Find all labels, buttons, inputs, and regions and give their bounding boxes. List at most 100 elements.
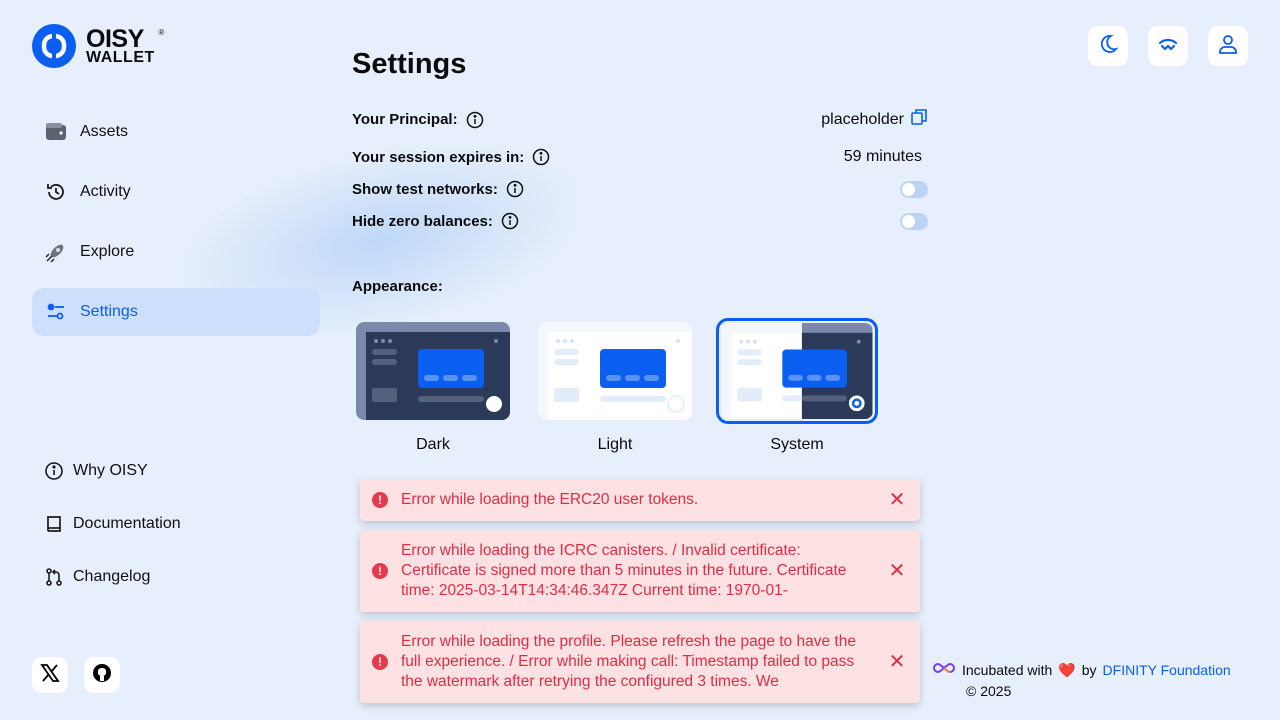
user-icon [1217,33,1239,60]
changelog-link[interactable]: Changelog [44,564,181,590]
logo-wordmark: OISY WALLET ® [86,24,164,66]
principal-label-group: Your Principal: [352,111,484,129]
session-label: Your session expires in: [352,148,525,166]
theme-selector: Dark Light System [352,318,878,454]
theme-option-light[interactable]: Light [534,318,696,454]
error-icon: ! [372,492,388,508]
theme-preview-dark[interactable] [352,318,514,424]
rocket-icon [44,240,68,264]
user-menu-button[interactable] [1208,26,1248,66]
error-message: Error while loading the ERC20 user token… [401,491,699,508]
logo-line1: OISY [86,24,144,53]
close-icon[interactable]: ✕ [889,490,906,510]
principal-value-group: placeholder [821,108,928,131]
oisy-logo-icon [32,24,76,68]
sidebar-item-label: Assets [80,123,129,140]
principal-row: Your Principal: placeholder [352,108,928,131]
sidebar-item-label: Settings [80,303,138,320]
hide-zero-row: Hide zero balances: [352,212,928,230]
sidebar-footer-links: Why OISY Documentation Changelog [44,458,181,617]
settings-main: Settings Your Principal: placeholder You… [352,48,932,453]
info-icon [44,461,64,481]
error-icon: ! [372,654,388,670]
error-toast: ! Error while loading the ICRC canisters… [360,530,920,612]
dark-preview-illustration [356,322,510,420]
session-label-group: Your session expires in: [352,148,550,166]
error-toasts: ! Error while loading the ERC20 user tok… [360,479,920,712]
system-preview-illustration [721,323,873,419]
test-networks-toggle[interactable] [900,180,928,198]
history-icon [44,180,68,204]
sidebar-item-label: Activity [80,183,131,200]
moon-icon [1097,33,1119,60]
incubated-text: Incubated with [962,662,1053,678]
theme-name-dark: Dark [416,436,450,453]
documentation-link[interactable]: Documentation [44,511,181,537]
sidebar-item-settings[interactable]: Settings [32,288,320,336]
infinity-icon [932,660,956,681]
logo-line2: WALLET [86,48,155,66]
top-actions [1088,26,1248,66]
hide-zero-toggle[interactable] [900,212,928,230]
footer-line-1: Incubated with ❤️ by DFINITY Foundation [932,660,1231,681]
error-icon: ! [372,563,388,579]
sidebar-nav: Assets Activity Explore Settings [32,108,320,348]
info-icon[interactable] [506,180,524,198]
test-networks-label-group: Show test networks: [352,180,524,198]
theme-preview-light[interactable] [534,318,696,424]
x-icon [40,663,60,688]
appearance-label: Appearance: [352,278,443,295]
sidebar-item-explore[interactable]: Explore [32,228,320,276]
error-toast: ! Error while loading the profile. Pleas… [360,621,920,703]
why-oisy-link[interactable]: Why OISY [44,458,181,484]
session-value: 59 minutes [843,148,922,165]
session-row: Your session expires in: 59 minutes [352,148,928,166]
error-message: Error while loading the profile. Please … [401,633,856,690]
book-icon [44,514,64,534]
close-icon[interactable]: ✕ [889,652,906,672]
by-text: by [1081,662,1097,678]
changelog-label: Changelog [73,568,151,585]
sidebar-item-label: Explore [80,243,135,260]
documentation-label: Documentation [73,515,181,532]
oisy-logo[interactable]: OISY WALLET ® [32,24,164,68]
dfinity-link[interactable]: DFINITY Foundation [1103,660,1231,681]
principal-value: placeholder [821,110,904,128]
footer: Incubated with ❤️ by DFINITY Foundation … [932,660,1231,702]
theme-name-light: Light [597,436,633,453]
copy-icon[interactable] [910,108,928,131]
close-icon[interactable]: ✕ [889,561,906,581]
theme-name-system: System [770,436,824,453]
light-preview-illustration [538,322,692,420]
page-title: Settings [352,48,467,80]
test-networks-label: Show test networks: [352,180,498,198]
social-links [32,657,120,693]
x-twitter-button[interactable] [32,657,68,693]
sidebar-item-assets[interactable]: Assets [32,108,320,156]
why-oisy-label: Why OISY [73,462,148,479]
github-button[interactable] [84,657,120,693]
copyright: © 2025 [966,683,1012,699]
walletconnect-icon [1157,37,1179,56]
github-icon [92,663,112,688]
theme-option-system[interactable]: System [716,318,878,454]
error-message: Error while loading the ICRC canisters. … [401,542,847,599]
test-networks-row: Show test networks: [352,180,928,198]
heart-icon: ❤️ [1058,662,1076,678]
info-icon[interactable] [466,111,484,129]
sidebar-item-activity[interactable]: Activity [32,168,320,216]
wallet-icon [44,120,68,144]
principal-label: Your Principal: [352,111,458,128]
theme-preview-system[interactable] [716,318,878,424]
theme-toggle-button[interactable] [1088,26,1128,66]
sliders-icon [44,300,68,324]
error-toast: ! Error while loading the ERC20 user tok… [360,479,920,521]
theme-option-dark[interactable]: Dark [352,318,514,454]
hide-zero-label-group: Hide zero balances: [352,212,519,230]
info-icon[interactable] [532,148,550,166]
registered-mark: ® [158,27,164,37]
hide-zero-label: Hide zero balances: [352,212,493,230]
info-icon[interactable] [501,212,519,230]
git-pull-request-icon [44,567,64,587]
walletconnect-button[interactable] [1148,26,1188,66]
